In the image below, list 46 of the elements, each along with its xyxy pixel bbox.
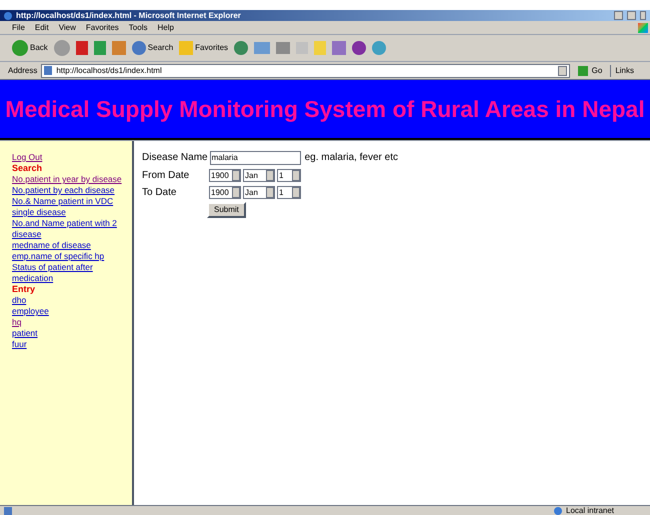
nav-link[interactable]: emp.name of specific hp (12, 251, 128, 262)
search-button[interactable]: Search (132, 41, 174, 55)
maximize-button[interactable] (627, 11, 636, 20)
go-button[interactable]: Go (574, 64, 606, 76)
minimize-button[interactable] (614, 11, 623, 20)
menu-item[interactable]: Edit (34, 22, 49, 34)
field-label: To Date (142, 186, 178, 200)
menu-item[interactable]: Favorites (86, 22, 119, 34)
year-select[interactable]: 1900 (209, 186, 241, 199)
nav-link[interactable]: hq (12, 317, 128, 328)
links-button[interactable]: Links (610, 64, 642, 76)
month-select[interactable]: Jan (243, 186, 275, 199)
disease-name-field[interactable]: malaria (210, 150, 301, 164)
year-select[interactable]: 1900 (209, 169, 241, 182)
nav-link[interactable]: fuur (12, 339, 128, 350)
window-title: http://localhost/ds1/index.html - Microsoft Internet Explorer (16, 12, 241, 20)
nav-link[interactable]: patient (12, 328, 128, 339)
nav-link[interactable]: No.& Name patient in VDC (12, 196, 128, 207)
submit-button[interactable]: Submit (207, 202, 246, 218)
menu-item[interactable]: Help (157, 22, 174, 34)
menu-item[interactable]: File (12, 22, 25, 34)
zone-text: Local intranet (566, 506, 616, 514)
close-button[interactable] (640, 11, 646, 20)
nav-link[interactable]: single disease (12, 207, 128, 218)
hint-text: eg. malaria, fever etc (304, 151, 398, 165)
page-banner: Medical Supply Monitoring System of Rural Areas in Nepal (0, 80, 650, 140)
menu-item[interactable]: Tools (128, 22, 148, 34)
field-label: Disease Name (142, 151, 208, 165)
address-field[interactable]: http://localhost/ds1/index.html (41, 64, 570, 78)
favorites-button[interactable]: Favorites (179, 41, 228, 55)
nav-link[interactable]: No.patient by each disease (12, 185, 128, 196)
address-label: Address (8, 64, 38, 76)
month-select[interactable]: Jan (243, 169, 275, 182)
nav-link[interactable]: Log Out (12, 152, 128, 163)
nav-link[interactable]: Status of patient after medication (12, 262, 128, 284)
nav-link[interactable]: employee (12, 306, 128, 317)
nav-link[interactable]: medname of disease (12, 240, 128, 251)
section-heading: Entry (12, 284, 36, 295)
nav-link[interactable]: No.patient in year by disease (12, 174, 128, 185)
back-button[interactable]: Back (12, 40, 48, 56)
menu-item[interactable]: View (58, 22, 76, 34)
field-label: From Date (142, 169, 190, 183)
nav-link[interactable]: dho (12, 295, 128, 306)
section-heading: Search (12, 163, 44, 174)
day-select[interactable]: 1 (277, 186, 301, 199)
day-select[interactable]: 1 (277, 169, 301, 182)
